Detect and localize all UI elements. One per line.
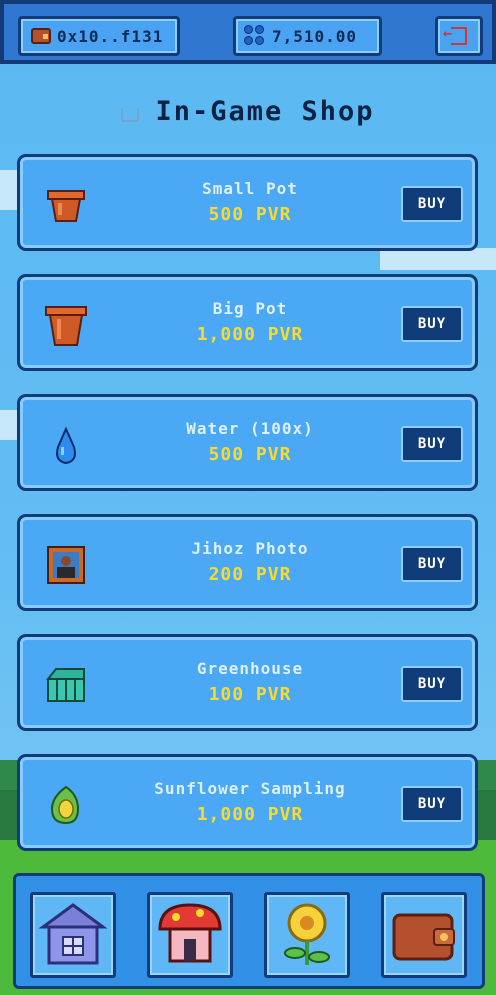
shop-item-water: Water (100x) 500 PVR BUY <box>17 394 478 491</box>
sunflower-seedling-icon <box>50 785 80 825</box>
small-pot-icon <box>47 190 85 222</box>
item-price: 1,000 PVR <box>196 324 304 345</box>
item-name: Jihoz Photo <box>191 539 309 558</box>
greenhouse-icon <box>45 668 85 702</box>
big-pot-icon <box>45 306 87 346</box>
cart-icon <box>121 108 140 122</box>
cloud <box>380 248 496 270</box>
item-price: 100 PVR <box>208 684 292 705</box>
wallet-icon <box>31 28 51 44</box>
logout-button[interactable] <box>435 16 483 56</box>
buy-button[interactable]: BUY <box>401 546 463 582</box>
item-name: Water (100x) <box>186 419 314 438</box>
balance-display: 7,510.00 <box>233 16 382 56</box>
buy-button[interactable]: BUY <box>401 186 463 222</box>
clover-icon <box>244 25 266 47</box>
item-name: Small Pot <box>202 179 298 198</box>
item-price: 200 PVR <box>208 564 292 585</box>
logout-icon <box>443 24 467 45</box>
buy-button[interactable]: BUY <box>401 426 463 462</box>
item-name: Big Pot <box>212 299 288 318</box>
item-name: Sunflower Sampling <box>154 779 346 798</box>
sunflower-icon <box>284 903 330 965</box>
buy-button[interactable]: BUY <box>401 786 463 822</box>
nav-garden-button[interactable] <box>264 892 350 978</box>
wallet-address-button[interactable]: 0x10..f131 <box>18 16 180 56</box>
photo-frame-icon <box>47 546 85 584</box>
shop-item-jihoz-photo: Jihoz Photo 200 PVR BUY <box>17 514 478 611</box>
shop-item-greenhouse: Greenhouse 100 PVR BUY <box>17 634 478 731</box>
item-name: Greenhouse <box>196 659 304 678</box>
house-icon <box>38 903 108 965</box>
shop-item-big-pot: Big Pot 1,000 PVR BUY <box>17 274 478 371</box>
buy-button[interactable]: BUY <box>401 666 463 702</box>
water-drop-icon <box>56 426 76 465</box>
item-price: 500 PVR <box>208 444 292 465</box>
wallet-address: 0x10..f131 <box>57 26 164 46</box>
page-title: In-Game Shop <box>0 96 496 127</box>
top-bar: 0x10..f131 7,510.00 <box>0 0 496 64</box>
bottom-nav <box>13 873 485 989</box>
nav-home-button[interactable] <box>30 892 116 978</box>
item-price: 500 PVR <box>208 204 292 225</box>
item-price: 1,000 PVR <box>196 804 304 825</box>
nav-wallet-button[interactable] <box>381 892 467 978</box>
balance-value: 7,510.00 <box>272 26 358 46</box>
nav-shop-button[interactable] <box>147 892 233 978</box>
shop-item-small-pot: Small Pot 500 PVR BUY <box>17 154 478 251</box>
shop-icon <box>158 903 222 963</box>
shop-item-sunflower-sampling: Sunflower Sampling 1,000 PVR BUY <box>17 754 478 851</box>
wallet-icon <box>392 913 455 961</box>
buy-button[interactable]: BUY <box>401 306 463 342</box>
